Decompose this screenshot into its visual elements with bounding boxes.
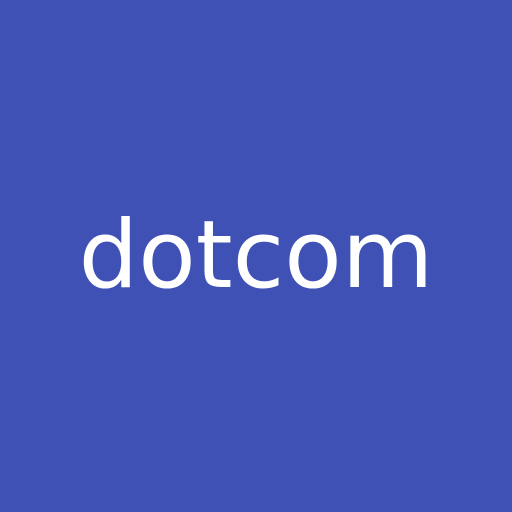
app-icon-tile: dotcom (0, 0, 512, 512)
app-wordmark: dotcom (78, 201, 434, 310)
